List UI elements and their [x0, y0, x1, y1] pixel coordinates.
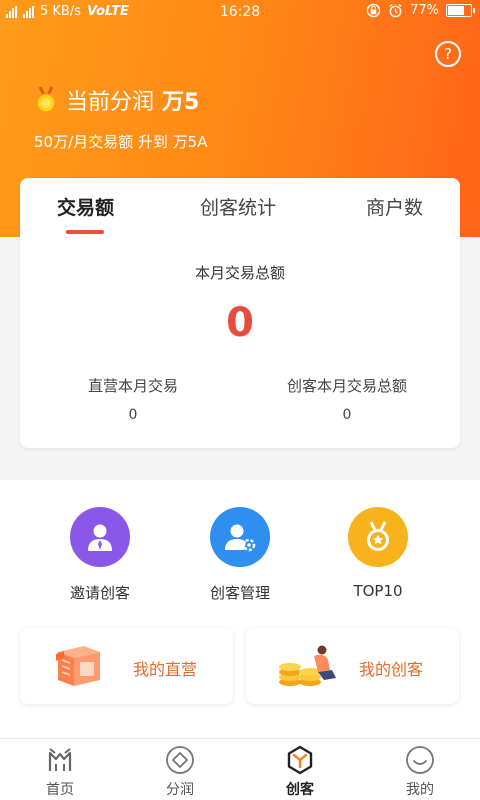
- user-manage-icon: [210, 507, 270, 567]
- battery-icon: [446, 4, 475, 17]
- maker-value: 0: [342, 407, 352, 423]
- level-label: 当前分润: [66, 90, 155, 115]
- maker-hexagon-icon: [287, 745, 313, 775]
- tab-maker-stats[interactable]: 创客统计: [200, 193, 276, 220]
- direct-value: 0: [128, 407, 138, 423]
- diamond-icon: [166, 746, 194, 774]
- current-level: 当前分润 万5: [34, 84, 199, 116]
- shortcut-panel: 邀请创客 创客管理 TOP10 我的直营 我的创客: [0, 480, 480, 738]
- invite-maker-button[interactable]: 邀请创客: [20, 507, 180, 603]
- alarm-icon: [389, 3, 402, 18]
- tile-label: 我的直营: [132, 660, 197, 679]
- battery-percent: 77%: [410, 3, 439, 18]
- medal-star-icon: [348, 507, 408, 567]
- help-button[interactable]: ?: [435, 41, 461, 67]
- maker-label: 创客本月交易总额: [286, 377, 407, 395]
- nav-label: 创客: [286, 782, 314, 798]
- nav-label: 首页: [46, 782, 74, 798]
- nav-maker[interactable]: 创客: [240, 745, 360, 799]
- tab-transaction[interactable]: 交易额: [57, 193, 114, 220]
- nav-home[interactable]: 首页: [0, 745, 120, 799]
- total-label: 本月交易总额: [194, 264, 285, 282]
- home-icon: [48, 748, 72, 771]
- tab-indicator: [66, 230, 104, 234]
- nav-label: 分润: [166, 782, 194, 798]
- status-bar: 5 KB/s VoLTE 16:28 77%: [0, 0, 480, 26]
- my-direct-tile[interactable]: 我的直营: [20, 628, 233, 704]
- nav-profit[interactable]: 分润: [120, 745, 240, 799]
- my-makers-tile[interactable]: 我的创客: [246, 628, 459, 704]
- smile-icon: [406, 746, 434, 774]
- tab-merchant-count[interactable]: 商户数: [366, 193, 423, 220]
- level-value: 万5: [162, 90, 200, 115]
- entry-label: 创客管理: [209, 584, 270, 602]
- store-icon: [56, 646, 100, 686]
- direct-label: 直营本月交易: [87, 377, 178, 395]
- medal-icon: [36, 86, 56, 113]
- entry-label: TOP10: [353, 582, 403, 600]
- invite-user-icon: [70, 507, 130, 567]
- top10-button[interactable]: TOP10: [298, 507, 458, 600]
- coins-person-icon: [279, 645, 336, 686]
- entry-label: 邀请创客: [69, 584, 130, 602]
- stats-card: 交易额 创客统计 商户数 本月交易总额 0 直营本月交易 0 创客本月交易总额 …: [20, 178, 460, 448]
- nav-label: 我的: [406, 782, 434, 798]
- maker-management-button[interactable]: 创客管理: [160, 507, 320, 603]
- tile-label: 我的创客: [358, 660, 423, 679]
- bottom-tabbar: 首页 分润 创客 我的: [0, 738, 480, 800]
- total-value: 0: [226, 300, 254, 346]
- lock-rotation-icon: [366, 3, 381, 18]
- nav-mine[interactable]: 我的: [360, 745, 480, 799]
- upgrade-hint: 50万/月交易额 升到 万5A: [34, 133, 208, 151]
